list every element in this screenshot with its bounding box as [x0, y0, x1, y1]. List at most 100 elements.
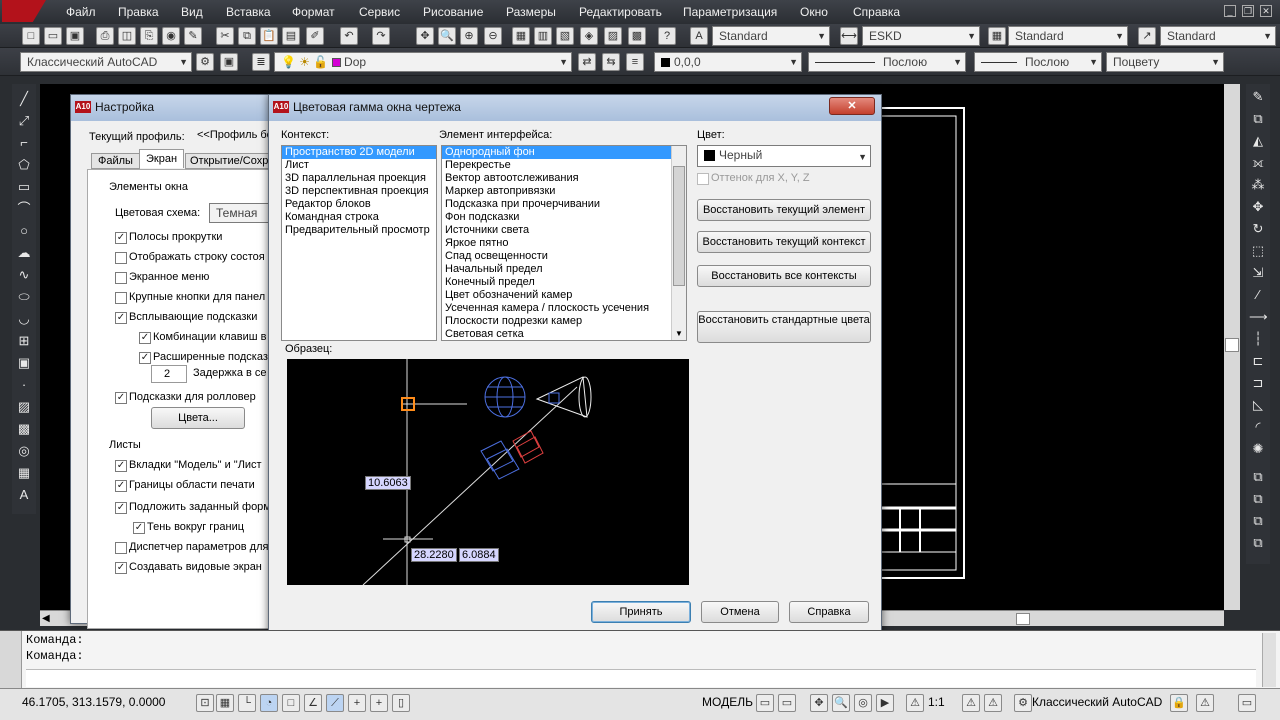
element-list-scrollbar[interactable]: ▼ — [671, 146, 686, 340]
workspace-status-label[interactable]: Классический AutoCAD — [1032, 695, 1162, 709]
properties-icon[interactable]: ▦ — [512, 27, 530, 45]
markup-icon[interactable]: ▨ — [604, 27, 622, 45]
multileader-style-select[interactable]: Standard ▼ — [1160, 26, 1276, 46]
restore-current-element-button[interactable]: Восстановить текущий элемент — [697, 199, 871, 221]
move-icon[interactable]: ✥ — [1249, 198, 1267, 216]
restore-icon[interactable]: ❐ — [1242, 5, 1254, 17]
ortho-icon[interactable]: └ — [238, 694, 256, 712]
color-select[interactable]: Черный ▼ — [697, 145, 871, 167]
restore-current-context-button[interactable]: Восстановить текущий контекст — [697, 231, 871, 253]
preview-icon[interactable]: ◫ — [118, 27, 136, 45]
context-list-item[interactable]: Пространство 2D модели — [282, 146, 436, 159]
menu-tools[interactable]: Сервис — [359, 5, 400, 19]
dialog-close-button[interactable]: ✕ — [829, 97, 875, 115]
menu-insert[interactable]: Вставка — [226, 5, 271, 19]
osnap-icon[interactable]: □ — [282, 694, 300, 712]
tool-palette-icon[interactable]: ▧ — [556, 27, 574, 45]
menu-view[interactable]: Вид — [181, 5, 203, 19]
interface-element-list-item[interactable]: Конечный предел — [442, 276, 686, 289]
context-list-item[interactable]: Лист — [282, 159, 436, 172]
steering-wheel-icon[interactable]: ◎ — [854, 694, 872, 712]
table-style-icon[interactable]: ▦ — [988, 27, 1006, 45]
clean-screen-icon[interactable]: ▭ — [1238, 694, 1256, 712]
redo-icon[interactable]: ↷ — [372, 27, 390, 45]
auto-scale-icon[interactable]: ⚠ — [984, 694, 1002, 712]
explode-icon[interactable]: ✺ — [1249, 440, 1267, 458]
autocad-logo-icon[interactable] — [2, 0, 46, 22]
context-list-item[interactable]: 3D перспективная проекция — [282, 185, 436, 198]
tab-files[interactable]: Файлы — [91, 153, 140, 169]
polyline-icon[interactable]: ⌐ — [15, 134, 33, 152]
color-select[interactable]: 0,0,0 ▼ — [654, 52, 802, 72]
toolbar-lock-icon[interactable]: 🔒 — [1170, 694, 1188, 712]
workspace-settings-icon[interactable]: ⚙ — [196, 53, 214, 71]
pan-status-icon[interactable]: ✥ — [810, 694, 828, 712]
menu-window[interactable]: Окно — [800, 5, 828, 19]
pan-icon[interactable]: ✥ — [416, 27, 434, 45]
mirror-icon[interactable]: ◭ — [1249, 132, 1267, 150]
checkbox-create-viewport[interactable]: ✓ — [115, 562, 127, 574]
checkbox-status-bar[interactable] — [115, 252, 127, 264]
checkbox-paper-shadow[interactable]: ✓ — [133, 522, 145, 534]
gradient-icon[interactable]: ▩ — [15, 420, 33, 438]
break-point-icon[interactable]: ┆ — [1249, 330, 1267, 348]
element-list-scroll-thumb[interactable] — [673, 166, 685, 286]
context-list-item[interactable]: Предварительный просмотр — [282, 224, 436, 237]
region-icon[interactable]: ◎ — [15, 442, 33, 460]
linetype-select[interactable]: Послою ▼ — [808, 52, 966, 72]
draworder-above-icon[interactable]: ⧉ — [1249, 512, 1267, 530]
hatch-icon[interactable]: ▨ — [15, 398, 33, 416]
matchprop-icon[interactable]: ▤ — [282, 27, 300, 45]
menu-edit[interactable]: Правка — [118, 5, 159, 19]
plotstyle-select[interactable]: Поцвету ▼ — [1106, 52, 1224, 72]
workspace-switch-icon[interactable]: ⚙ — [1014, 694, 1032, 712]
cancel-button[interactable]: Отмена — [701, 601, 779, 623]
3d-publish-icon[interactable]: ◉ — [162, 27, 180, 45]
interface-element-list-item[interactable]: Фон подсказки — [442, 211, 686, 224]
paste-icon[interactable]: 📋 — [260, 27, 278, 45]
break-icon[interactable]: ⊏ — [1249, 352, 1267, 370]
lineweight-icon[interactable]: + — [370, 694, 388, 712]
menu-help[interactable]: Справка — [853, 5, 900, 19]
interface-element-list-item[interactable]: Перекрестье — [442, 159, 686, 172]
workspace-save-icon[interactable]: ▣ — [220, 53, 238, 71]
help-icon[interactable]: ? — [658, 27, 676, 45]
interface-element-list-item[interactable]: Усеченная камера / плоскость усечения — [442, 302, 686, 315]
checkbox-page-setup[interactable] — [115, 542, 127, 554]
menu-draw[interactable]: Рисование — [423, 5, 483, 19]
polygon-icon[interactable]: ⬠ — [15, 156, 33, 174]
make-current-icon[interactable]: ⇄ — [578, 53, 596, 71]
dim-style-select[interactable]: ESKD ▼ — [862, 26, 980, 46]
circle-icon[interactable]: ○ — [15, 222, 33, 240]
interface-element-list-item[interactable]: Плоскости подрезки камер — [442, 315, 686, 328]
copy-icon[interactable]: ⧉ — [238, 27, 256, 45]
trim-icon[interactable]: ⁄ — [1249, 286, 1267, 304]
revcloud-icon[interactable]: ☁ — [15, 244, 33, 262]
quick-props-icon[interactable]: ▯ — [392, 694, 410, 712]
multileader-style-icon[interactable]: ↗ — [1138, 27, 1156, 45]
annotation-scale-icon[interactable]: ⚠ — [906, 694, 924, 712]
layer-select[interactable]: 💡 ☀ 🔓 Dop ▼ — [274, 52, 572, 72]
stretch-icon[interactable]: ⇲ — [1249, 264, 1267, 282]
interface-element-list-item[interactable]: Цвет обозначений камер — [442, 289, 686, 302]
dim-style-icon[interactable]: ⟷ — [840, 27, 858, 45]
snap-icon[interactable]: ⊡ — [196, 694, 214, 712]
menu-dimension[interactable]: Размеры — [506, 5, 556, 19]
extend-icon[interactable]: ⟶ — [1249, 308, 1268, 326]
command-input[interactable] — [26, 669, 1256, 687]
help-button[interactable]: Справка — [789, 601, 869, 623]
draworder-back-icon[interactable]: ⧉ — [1249, 490, 1267, 508]
hardware-accel-icon[interactable]: ⚠ — [1196, 694, 1214, 712]
text-style-icon[interactable]: A — [690, 27, 708, 45]
checkbox-layout-tabs[interactable]: ✓ — [115, 460, 127, 472]
zoom-window-icon[interactable]: ⊕ — [460, 27, 478, 45]
chamfer-icon[interactable]: ◺ — [1249, 396, 1267, 414]
point-icon[interactable]: · — [15, 376, 33, 394]
rectangle-icon[interactable]: ▭ — [15, 178, 33, 196]
line-icon[interactable]: ╱ — [15, 90, 33, 108]
interface-element-list-item[interactable]: Вектор автоотслеживания — [442, 172, 686, 185]
scroll-left-icon[interactable]: ◀ — [42, 613, 50, 624]
colors-button[interactable]: Цвета... — [151, 407, 245, 429]
open-icon[interactable]: ▭ — [44, 27, 62, 45]
make-block-icon[interactable]: ▣ — [15, 354, 33, 372]
